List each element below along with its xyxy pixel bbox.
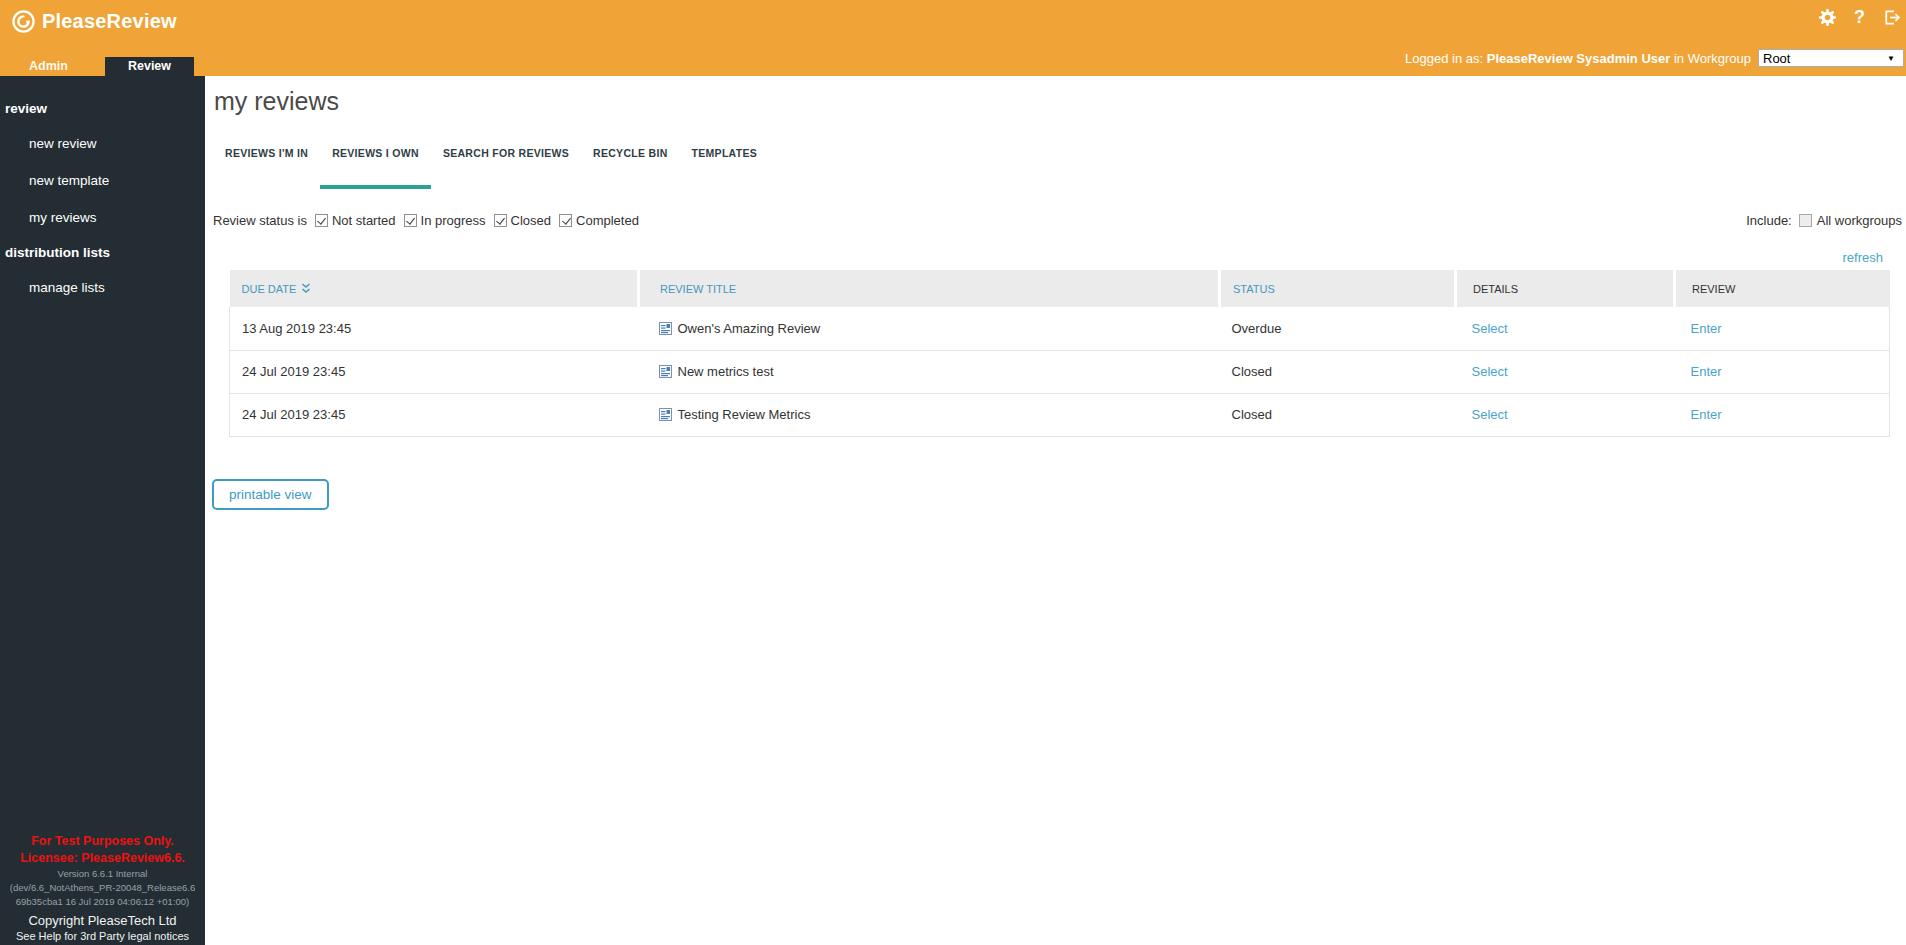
status-cell: Overdue (1220, 307, 1456, 350)
copyright-line: Copyright PleaseTech Ltd (0, 912, 205, 929)
brand-logo-icon (12, 10, 35, 33)
tab-reviews-i-own[interactable]: REVIEWS I OWN (320, 145, 431, 189)
license-block: For Test Purposes Only. Licensee: Please… (0, 833, 205, 943)
sidebar-section-distribution-lists: distribution lists (0, 236, 205, 269)
review-title-cell: New metrics test (639, 350, 1220, 393)
due-date-cell: 24 Jul 2019 23:45 (230, 350, 639, 393)
column-header-due-date[interactable]: DUE DATE (230, 270, 639, 307)
enter-link[interactable]: Enter (1691, 321, 1722, 336)
review-title-cell: Owen's Amazing Review (639, 307, 1220, 350)
main-content: my reviews REVIEWS I'M INREVIEWS I OWNSE… (205, 76, 1906, 945)
filter-label: Review status is (213, 213, 307, 228)
build-line1: (dev/6.6_NotAthens_PR-20048_Release6.6 (0, 881, 205, 895)
sidebar-item-my-reviews[interactable]: my reviews (0, 199, 205, 236)
tab-templates[interactable]: TEMPLATES (680, 145, 770, 189)
printable-view-button[interactable]: printable view (212, 479, 329, 510)
help-icon[interactable]: ? (1850, 8, 1869, 27)
page-title: my reviews (214, 87, 1906, 116)
enter-link[interactable]: Enter (1691, 364, 1722, 379)
due-date-cell: 24 Jul 2019 23:45 (230, 393, 639, 436)
review-title-cell: Testing Review Metrics (639, 393, 1220, 436)
license-warning-line2: Licensee: PleaseReview6.6. (0, 850, 205, 867)
reviews-table: DUE DATEREVIEW TITLESTATUSDETAILSREVIEW … (229, 270, 1890, 437)
include-label: Include: (1746, 213, 1792, 228)
review-title-text: New metrics test (678, 364, 774, 379)
tab-search-for-reviews[interactable]: SEARCH FOR REVIEWS (431, 145, 581, 189)
column-header-status[interactable]: STATUS (1220, 270, 1456, 307)
legal-notices-line: See Help for 3rd Party legal notices (0, 929, 205, 943)
logged-in-label: Logged in as: PleaseReview Sysadmin User… (1405, 51, 1751, 66)
all-workgroups-checkbox[interactable] (1799, 214, 1812, 227)
enter-link[interactable]: Enter (1691, 407, 1722, 422)
status-label-in-progress: In progress (421, 213, 486, 228)
column-header-details: DETAILS (1456, 270, 1675, 307)
app-header: PleaseReview ? Logged i (0, 0, 1906, 76)
select-caret-icon: ▼ (1887, 54, 1895, 63)
sidebar-item-new-template[interactable]: new template (0, 162, 205, 199)
sidebar-item-new-review[interactable]: new review (0, 125, 205, 162)
table-row: 24 Jul 2019 23:45 Testing Review Metrics C… (230, 393, 1890, 436)
select-link[interactable]: Select (1472, 364, 1508, 379)
status-label-closed: Closed (511, 213, 551, 228)
due-date-cell: 13 Aug 2019 23:45 (230, 307, 639, 350)
tab-reviews-i-m-in[interactable]: REVIEWS I'M IN (213, 145, 320, 189)
review-title-text: Testing Review Metrics (678, 407, 811, 422)
status-label-not-started: Not started (332, 213, 396, 228)
license-warning-line1: For Test Purposes Only. (0, 833, 205, 850)
status-checkbox-not-started[interactable] (315, 214, 328, 227)
sidebar: reviewnew reviewnew templatemy reviewsdi… (0, 76, 205, 945)
version-line: Version 6.6.1 Internal (0, 867, 205, 881)
column-header-review: REVIEW (1675, 270, 1890, 307)
build-line2: 69b35cba1 16 Jul 2019 04:06:12 +01:00) (0, 895, 205, 909)
header-tab-review[interactable]: Review (105, 57, 194, 76)
sidebar-section-review: review (0, 92, 205, 125)
status-checkbox-in-progress[interactable] (404, 214, 417, 227)
sidebar-item-manage-lists[interactable]: manage lists (0, 269, 205, 306)
refresh-link[interactable]: refresh (1843, 250, 1883, 265)
column-header-review-title[interactable]: REVIEW TITLE (639, 270, 1220, 307)
select-link[interactable]: Select (1472, 407, 1508, 422)
status-label-completed: Completed (576, 213, 639, 228)
status-checkbox-completed[interactable] (559, 214, 572, 227)
status-checkbox-closed[interactable] (494, 214, 507, 227)
workgroup-value: Root (1763, 51, 1790, 66)
logout-icon[interactable] (1882, 8, 1901, 27)
brand: PleaseReview (12, 10, 177, 33)
brand-name: PleaseReview (42, 10, 177, 33)
header-tab-admin[interactable]: Admin (0, 57, 97, 76)
status-cell: Closed (1220, 350, 1456, 393)
workgroup-select[interactable]: Root ▼ (1758, 49, 1904, 67)
select-link[interactable]: Select (1472, 321, 1508, 336)
table-row: 13 Aug 2019 23:45 Owen's Amazing Review Ov… (230, 307, 1890, 350)
all-workgroups-label: All workgroups (1817, 213, 1902, 228)
status-cell: Closed (1220, 393, 1456, 436)
review-title-text: Owen's Amazing Review (678, 321, 821, 336)
table-row: 24 Jul 2019 23:45 New metrics test Closed S… (230, 350, 1890, 393)
user-name: PleaseReview Sysadmin User (1487, 51, 1671, 66)
gear-icon[interactable] (1818, 8, 1837, 27)
tab-recycle-bin[interactable]: RECYCLE BIN (581, 145, 679, 189)
